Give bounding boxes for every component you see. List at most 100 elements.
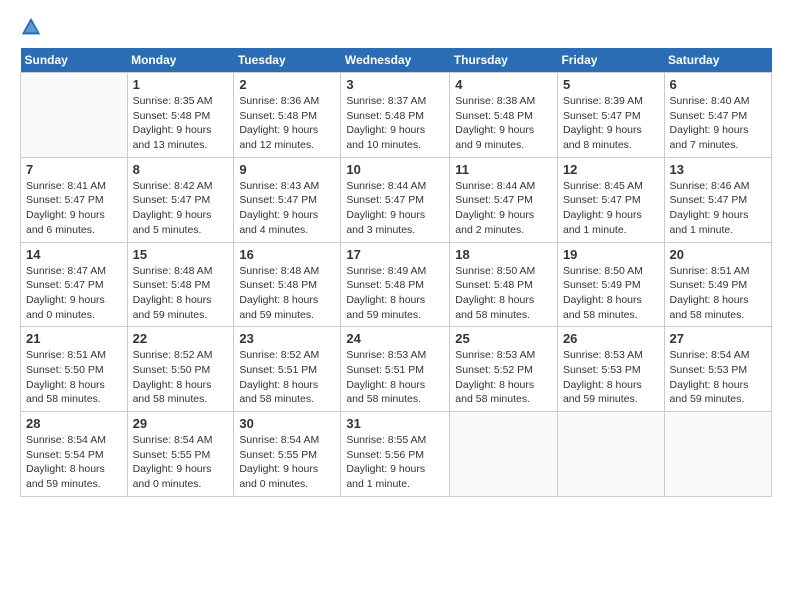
sunrise: Sunrise: 8:54 AM [26, 434, 106, 446]
daylight: Daylight: 9 hours and 1 minute. [563, 209, 642, 236]
day-info: Sunrise: 8:55 AM Sunset: 5:56 PM Daylight:… [346, 433, 444, 492]
daylight: Daylight: 8 hours and 58 minutes. [346, 379, 425, 406]
sunrise: Sunrise: 8:35 AM [133, 95, 213, 107]
sunrise: Sunrise: 8:54 AM [133, 434, 213, 446]
day-number: 21 [26, 331, 122, 346]
sunset: Sunset: 5:48 PM [239, 279, 317, 291]
sunset: Sunset: 5:47 PM [455, 194, 533, 206]
day-info: Sunrise: 8:47 AMSunset: 5:47 PMDaylight:… [26, 264, 122, 323]
sunrise: Sunrise: 8:42 AM [133, 180, 213, 192]
sunset: Sunset: 5:53 PM [563, 364, 641, 376]
day-cell: 9Sunrise: 8:43 AMSunset: 5:47 PMDaylight… [234, 157, 341, 242]
col-header-saturday: Saturday [664, 48, 771, 73]
sunset: Sunset: 5:47 PM [563, 194, 641, 206]
sunrise: Sunrise: 8:55 AM [346, 434, 426, 446]
day-number: 15 [133, 247, 229, 262]
day-number: 10 [346, 162, 444, 177]
daylight: Daylight: 9 hours and 0 minutes. [133, 463, 212, 490]
daylight: Daylight: 9 hours and 8 minutes. [563, 124, 642, 151]
day-info: Sunrise: 8:53 AMSunset: 5:53 PMDaylight:… [563, 348, 659, 407]
sunset: Sunset: 5:48 PM [346, 110, 424, 122]
day-cell: 16Sunrise: 8:48 AMSunset: 5:48 PMDayligh… [234, 242, 341, 327]
day-cell [450, 412, 558, 497]
sunrise: Sunrise: 8:54 AM [239, 434, 319, 446]
week-row-4: 21Sunrise: 8:51 AMSunset: 5:50 PMDayligh… [21, 327, 772, 412]
day-cell: 30 Sunrise: 8:54 AMSunset: 5:55 PMDayligh… [234, 412, 341, 497]
sunrise: Sunrise: 8:40 AM [670, 95, 750, 107]
sunset: Sunset: 5:53 PM [670, 364, 748, 376]
calendar-table: SundayMondayTuesdayWednesdayThursdayFrid… [20, 48, 772, 497]
day-info: Sunrise: 8:39 AMSunset: 5:47 PMDaylight:… [563, 94, 659, 153]
daylight: Daylight: 8 hours and 58 minutes. [670, 294, 749, 321]
day-info: Sunrise: 8:38 AMSunset: 5:48 PMDaylight:… [455, 94, 552, 153]
day-info: Sunrise: 8:54 AMSunset: 5:55 PMDaylight:… [239, 433, 335, 492]
daylight: Daylight: 9 hours and 0 minutes. [239, 463, 318, 490]
day-cell [557, 412, 664, 497]
day-cell: 4Sunrise: 8:38 AMSunset: 5:48 PMDaylight… [450, 73, 558, 158]
day-cell: 6 Sunrise: 8:40 AMSunset: 5:47 PMDaylight… [664, 73, 771, 158]
day-info: Sunrise: 8:46 AMSunset: 5:47 PMDaylight:… [670, 179, 766, 238]
sunrise: Sunrise: 8:49 AM [346, 265, 426, 277]
day-cell: 12Sunrise: 8:45 AMSunset: 5:47 PMDayligh… [557, 157, 664, 242]
day-info: Sunrise: 8:54 AMSunset: 5:55 PMDaylight:… [133, 433, 229, 492]
sunset: Sunset: 5:50 PM [26, 364, 104, 376]
day-number: 8 [133, 162, 229, 177]
day-number: 28 [26, 416, 122, 431]
sunset: Sunset: 5:49 PM [670, 279, 748, 291]
sunrise: Sunrise: 8:53 AM [455, 349, 535, 361]
sunrise: Sunrise: 8:52 AM [239, 349, 319, 361]
day-info: Sunrise: 8:53 AMSunset: 5:52 PMDaylight:… [455, 348, 552, 407]
day-info: Sunrise: 8:45 AMSunset: 5:47 PMDaylight:… [563, 179, 659, 238]
day-number: 22 [133, 331, 229, 346]
sunset: Sunset: 5:49 PM [563, 279, 641, 291]
week-row-5: 28 Sunrise: 8:54 AM Sunset: 5:54 PM Dayligh… [21, 412, 772, 497]
day-cell: 14 Sunrise: 8:47 AMSunset: 5:47 PMDayligh… [21, 242, 128, 327]
daylight: Daylight: 9 hours and 10 minutes. [346, 124, 425, 151]
sunset: Sunset: 5:56 PM [346, 449, 424, 461]
daylight: Daylight: 9 hours and 9 minutes. [455, 124, 534, 151]
day-number: 7 [26, 162, 122, 177]
daylight: Daylight: 8 hours and 59 minutes. [239, 294, 318, 321]
day-info: Sunrise: 8:50 AMSunset: 5:48 PMDaylight:… [455, 264, 552, 323]
sunrise: Sunrise: 8:44 AM [455, 180, 535, 192]
day-number: 11 [455, 162, 552, 177]
day-number: 30 [239, 416, 335, 431]
day-info: Sunrise: 8:51 AMSunset: 5:49 PMDaylight:… [670, 264, 766, 323]
day-number: 27 [670, 331, 766, 346]
daylight: Daylight: 9 hours and 5 minutes. [133, 209, 212, 236]
sunrise: Sunrise: 8:44 AM [346, 180, 426, 192]
day-info: Sunrise: 8:40 AMSunset: 5:47 PMDaylight:… [670, 94, 766, 153]
day-number: 20 [670, 247, 766, 262]
day-number: 19 [563, 247, 659, 262]
day-number: 6 [670, 77, 766, 92]
day-cell: 31Sunrise: 8:55 AMSunset: 5:56 PMDayligh… [341, 412, 450, 497]
day-number: 29 [133, 416, 229, 431]
day-cell: 27Sunrise: 8:54 AMSunset: 5:53 PMDayligh… [664, 327, 771, 412]
day-number: 2 [239, 77, 335, 92]
sunset: Sunset: 5:47 PM [563, 110, 641, 122]
header-row: SundayMondayTuesdayWednesdayThursdayFrid… [21, 48, 772, 73]
day-cell: 8Sunrise: 8:42 AMSunset: 5:47 PMDaylight… [127, 157, 234, 242]
sunset: Sunset: 5:48 PM [239, 110, 317, 122]
day-number: 24 [346, 331, 444, 346]
daylight: Daylight: 9 hours and 1 minute. [346, 463, 425, 490]
logo [20, 16, 46, 38]
week-row-2: 7Sunrise: 8:41 AMSunset: 5:47 PMDaylight… [21, 157, 772, 242]
day-cell: 11 Sunrise: 8:44 AM Sunset: 5:47 PM Dayligh… [450, 157, 558, 242]
col-header-sunday: Sunday [21, 48, 128, 73]
daylight: Daylight: 8 hours and 58 minutes. [239, 379, 318, 406]
sunset: Sunset: 5:54 PM [26, 449, 104, 461]
day-cell [21, 73, 128, 158]
daylight: Daylight: 9 hours and 2 minutes. [455, 209, 534, 236]
day-cell: 25Sunrise: 8:53 AMSunset: 5:52 PMDayligh… [450, 327, 558, 412]
daylight: Daylight: 8 hours and 59 minutes. [26, 463, 105, 490]
sunrise: Sunrise: 8:50 AM [455, 265, 535, 277]
day-info: Sunrise: 8:44 AMSunset: 5:47 PMDaylight:… [346, 179, 444, 238]
calendar-page: SundayMondayTuesdayWednesdayThursdayFrid… [0, 0, 792, 612]
day-number: 14 [26, 247, 122, 262]
sunset: Sunset: 5:48 PM [455, 110, 533, 122]
day-number: 1 [133, 77, 229, 92]
day-number: 9 [239, 162, 335, 177]
col-header-monday: Monday [127, 48, 234, 73]
sunrise: Sunrise: 8:46 AM [670, 180, 750, 192]
